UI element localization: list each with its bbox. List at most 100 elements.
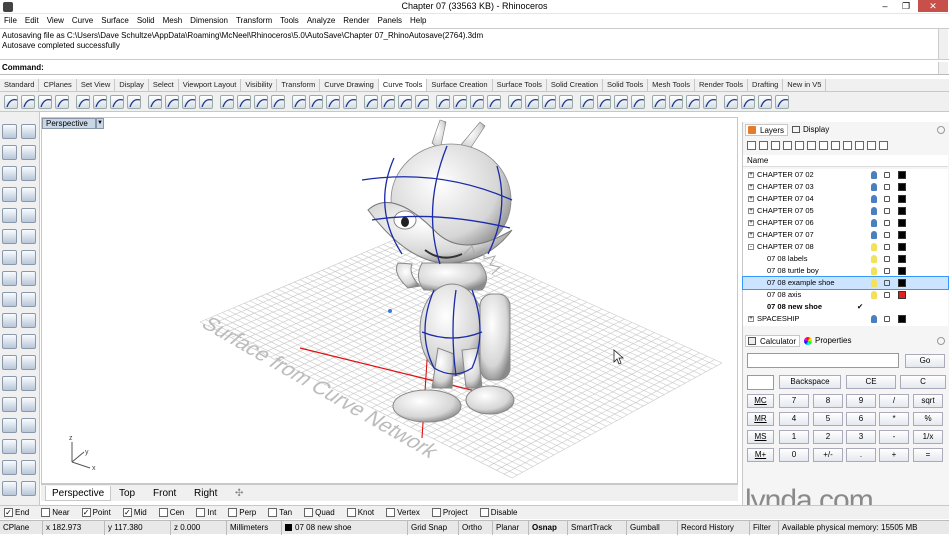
tab-select[interactable]: Select [149, 79, 179, 91]
layer-tool-icon[interactable] [771, 141, 780, 150]
tool-icon[interactable] [2, 166, 17, 181]
osnap-checkbox[interactable] [386, 508, 396, 518]
curve-tool-icon[interactable] [597, 95, 611, 109]
curve-tool-icon[interactable] [309, 95, 323, 109]
status-ortho[interactable]: Ortho [458, 521, 485, 535]
visibility-bulb-icon[interactable] [871, 195, 877, 203]
status-layer[interactable]: 07 08 new shoe [281, 521, 405, 535]
calc-key[interactable]: +/- [813, 448, 843, 462]
curve-tool-icon[interactable] [93, 95, 107, 109]
osnap-option[interactable]: Tan [264, 508, 292, 518]
command-history[interactable]: Autosaving file as C:\Users\Dave Schultz… [0, 28, 949, 60]
calc-key[interactable]: 8 [813, 394, 843, 408]
calc-ce-button[interactable]: CE [846, 375, 896, 389]
layer-row[interactable]: + CHAPTER 07 04 [743, 193, 948, 205]
tab-curve-tools[interactable]: Curve Tools [378, 79, 428, 91]
calc-key[interactable]: 5 [813, 412, 843, 426]
curve-tool-icon[interactable] [559, 95, 573, 109]
layer-color-swatch[interactable] [898, 183, 906, 191]
layer-color-swatch[interactable] [898, 231, 906, 239]
tool-icon[interactable] [2, 292, 17, 307]
viewport-menu-arrow-icon[interactable]: ▼ [96, 118, 104, 129]
calculator-display[interactable] [747, 353, 899, 368]
calc-key[interactable]: 1 [779, 430, 809, 444]
expand-toggle-icon[interactable]: + [748, 184, 754, 190]
panel-options-icon[interactable] [937, 126, 945, 134]
status-gumball[interactable]: Gumball [626, 521, 663, 535]
tab-surface-creation[interactable]: Surface Creation [427, 79, 493, 91]
curve-tool-icon[interactable] [542, 95, 556, 109]
visibility-bulb-icon[interactable] [871, 279, 877, 287]
osnap-option[interactable]: ✓ End [0, 508, 29, 518]
curve-tool-icon[interactable] [703, 95, 717, 109]
lock-icon[interactable] [884, 280, 890, 286]
curve-tool-icon[interactable] [76, 95, 90, 109]
status-record-history[interactable]: Record History [677, 521, 737, 535]
tab-set-view[interactable]: Set View [77, 79, 116, 91]
expand-toggle-icon[interactable]: + [748, 220, 754, 226]
status-grid-snap[interactable]: Grid Snap [407, 521, 450, 535]
restore-icon[interactable]: ❐ [897, 0, 915, 12]
calc-key[interactable]: = [913, 448, 943, 462]
curve-tool-icon[interactable] [55, 95, 69, 109]
layer-row[interactable]: + CHAPTER 07 05 [743, 205, 948, 217]
expand-toggle-icon[interactable]: + [748, 196, 754, 202]
tool-icon[interactable] [21, 334, 36, 349]
tab-mesh-tools[interactable]: Mesh Tools [648, 79, 695, 91]
curve-tool-icon[interactable] [182, 95, 196, 109]
layer-tool-icon[interactable] [807, 141, 816, 150]
visibility-bulb-icon[interactable] [871, 219, 877, 227]
history-scrollbar[interactable] [938, 29, 948, 59]
menu-tools[interactable]: Tools [276, 14, 303, 28]
curve-tool-icon[interactable] [271, 95, 285, 109]
vtab-front[interactable]: Front [147, 486, 182, 501]
osnap-checkbox[interactable] [41, 508, 51, 518]
visibility-bulb-icon[interactable] [871, 231, 877, 239]
tool-icon[interactable] [2, 418, 17, 433]
tool-icon[interactable] [21, 460, 36, 475]
calc-key[interactable]: M+ [747, 448, 774, 462]
calc-key[interactable]: MR [747, 412, 774, 426]
lock-icon[interactable] [884, 196, 890, 202]
tool-icon[interactable] [21, 313, 36, 328]
curve-tool-icon[interactable] [21, 95, 35, 109]
layer-tool-icon[interactable] [867, 141, 876, 150]
tool-icon[interactable] [2, 397, 17, 412]
tool-icon[interactable] [2, 313, 17, 328]
lock-icon[interactable] [884, 220, 890, 226]
status-osnap[interactable]: Osnap [528, 521, 560, 535]
add-viewport-tab-icon[interactable]: ✣ [229, 486, 249, 501]
tab-cplanes[interactable]: CPlanes [39, 79, 77, 91]
layer-color-swatch[interactable] [898, 291, 906, 299]
osnap-checkbox[interactable] [479, 508, 489, 518]
tab-render-tools[interactable]: Render Tools [695, 79, 749, 91]
layer-color-swatch[interactable] [898, 279, 906, 287]
osnap-checkbox[interactable] [228, 508, 238, 518]
curve-tool-icon[interactable] [775, 95, 789, 109]
curve-tool-icon[interactable] [741, 95, 755, 109]
layer-color-swatch[interactable] [898, 207, 906, 215]
menu-solid[interactable]: Solid [133, 14, 159, 28]
tab-curve-drawing[interactable]: Curve Drawing [320, 79, 379, 91]
menu-help[interactable]: Help [406, 14, 430, 28]
layer-row[interactable]: + SPACESHIP [743, 313, 948, 325]
curve-tool-icon[interactable] [292, 95, 306, 109]
calc-options-icon[interactable] [937, 337, 945, 345]
osnap-option[interactable]: Int [192, 508, 216, 518]
tab-viewport-layout[interactable]: Viewport Layout [179, 79, 242, 91]
layer-tool-icon[interactable] [795, 141, 804, 150]
menu-mesh[interactable]: Mesh [159, 14, 187, 28]
curve-tool-icon[interactable] [343, 95, 357, 109]
osnap-checkbox[interactable] [304, 508, 314, 518]
menu-render[interactable]: Render [339, 14, 373, 28]
status-cplane[interactable]: CPlane [0, 521, 32, 535]
layer-tool-icon[interactable] [819, 141, 828, 150]
calc-backspace-button[interactable]: Backspace [779, 375, 841, 389]
curve-tool-icon[interactable] [381, 95, 395, 109]
osnap-option[interactable]: ✓ Point [78, 508, 111, 518]
tool-icon[interactable] [21, 397, 36, 412]
curve-tool-icon[interactable] [631, 95, 645, 109]
layer-row[interactable]: + CHAPTER 07 03 [743, 181, 948, 193]
tool-icon[interactable] [2, 355, 17, 370]
curve-tool-icon[interactable] [652, 95, 666, 109]
